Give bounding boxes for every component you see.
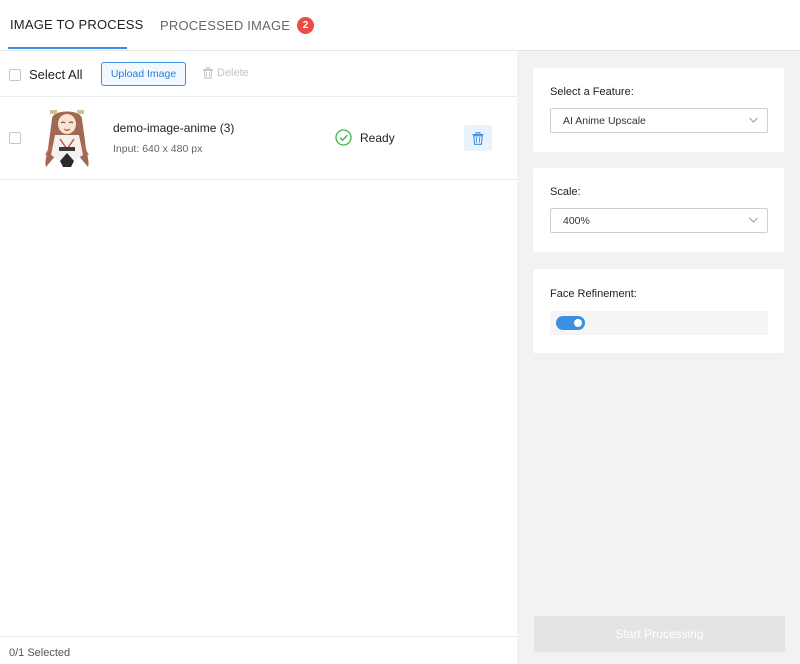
delete-label: Delete: [217, 67, 249, 79]
upload-image-button[interactable]: Upload Image: [101, 62, 186, 86]
start-processing-button[interactable]: Start Processing: [534, 616, 785, 652]
feature-select-value: AI Anime Upscale: [563, 115, 646, 127]
tab-processed-image-label: PROCESSED IMAGE: [160, 18, 291, 33]
face-refinement-label: Face Refinement:: [550, 288, 637, 300]
tab-bar: IMAGE TO PROCESS PROCESSED IMAGE 2: [0, 0, 800, 51]
file-name: demo-image-anime (3): [113, 121, 235, 135]
select-all-checkbox[interactable]: [9, 69, 21, 81]
face-refinement-card: Face Refinement:: [533, 269, 784, 353]
feature-label: Select a Feature:: [550, 86, 634, 98]
list-item: demo-image-anime (3) Input: 640 x 480 px…: [0, 97, 517, 180]
anime-image-thumbnail: [45, 110, 89, 167]
status-text: Ready: [360, 130, 395, 145]
delete-button[interactable]: Delete: [202, 67, 249, 79]
file-dimensions: Input: 640 x 480 px: [113, 143, 203, 155]
check-circle-icon: [335, 129, 352, 146]
toggle-knob: [574, 319, 582, 327]
face-refinement-toggle[interactable]: [556, 316, 585, 330]
scale-select[interactable]: 400%: [550, 208, 768, 233]
active-tab-indicator: [8, 47, 127, 49]
delete-item-button[interactable]: [464, 125, 492, 151]
scale-label: Scale:: [550, 186, 581, 198]
processed-count-badge: 2: [297, 17, 315, 34]
feature-card: Select a Feature: AI Anime Upscale: [533, 68, 784, 152]
settings-panel: Select a Feature: AI Anime Upscale Scale…: [517, 51, 800, 664]
trash-icon: [203, 67, 213, 79]
chevron-down-icon: [749, 217, 758, 223]
scale-select-value: 400%: [563, 215, 590, 227]
face-refinement-row: [550, 311, 768, 335]
select-all-label[interactable]: Select All: [29, 67, 82, 82]
tab-processed-image[interactable]: PROCESSED IMAGE 2: [160, 17, 315, 34]
feature-select[interactable]: AI Anime Upscale: [550, 108, 768, 133]
trash-icon: [472, 131, 484, 145]
item-checkbox[interactable]: [9, 132, 21, 144]
image-list-panel: Select All Upload Image Delete demo-imag…: [0, 51, 517, 664]
tab-image-to-process[interactable]: IMAGE TO PROCESS: [10, 17, 143, 32]
scale-card: Scale: 400%: [533, 168, 784, 252]
list-toolbar: Select All Upload Image Delete: [0, 51, 517, 97]
chevron-down-icon: [749, 117, 758, 123]
list-footer: 0/1 Selected: [0, 636, 517, 664]
status-indicator: Ready: [335, 129, 395, 146]
selected-count: 0/1 Selected: [9, 647, 71, 659]
